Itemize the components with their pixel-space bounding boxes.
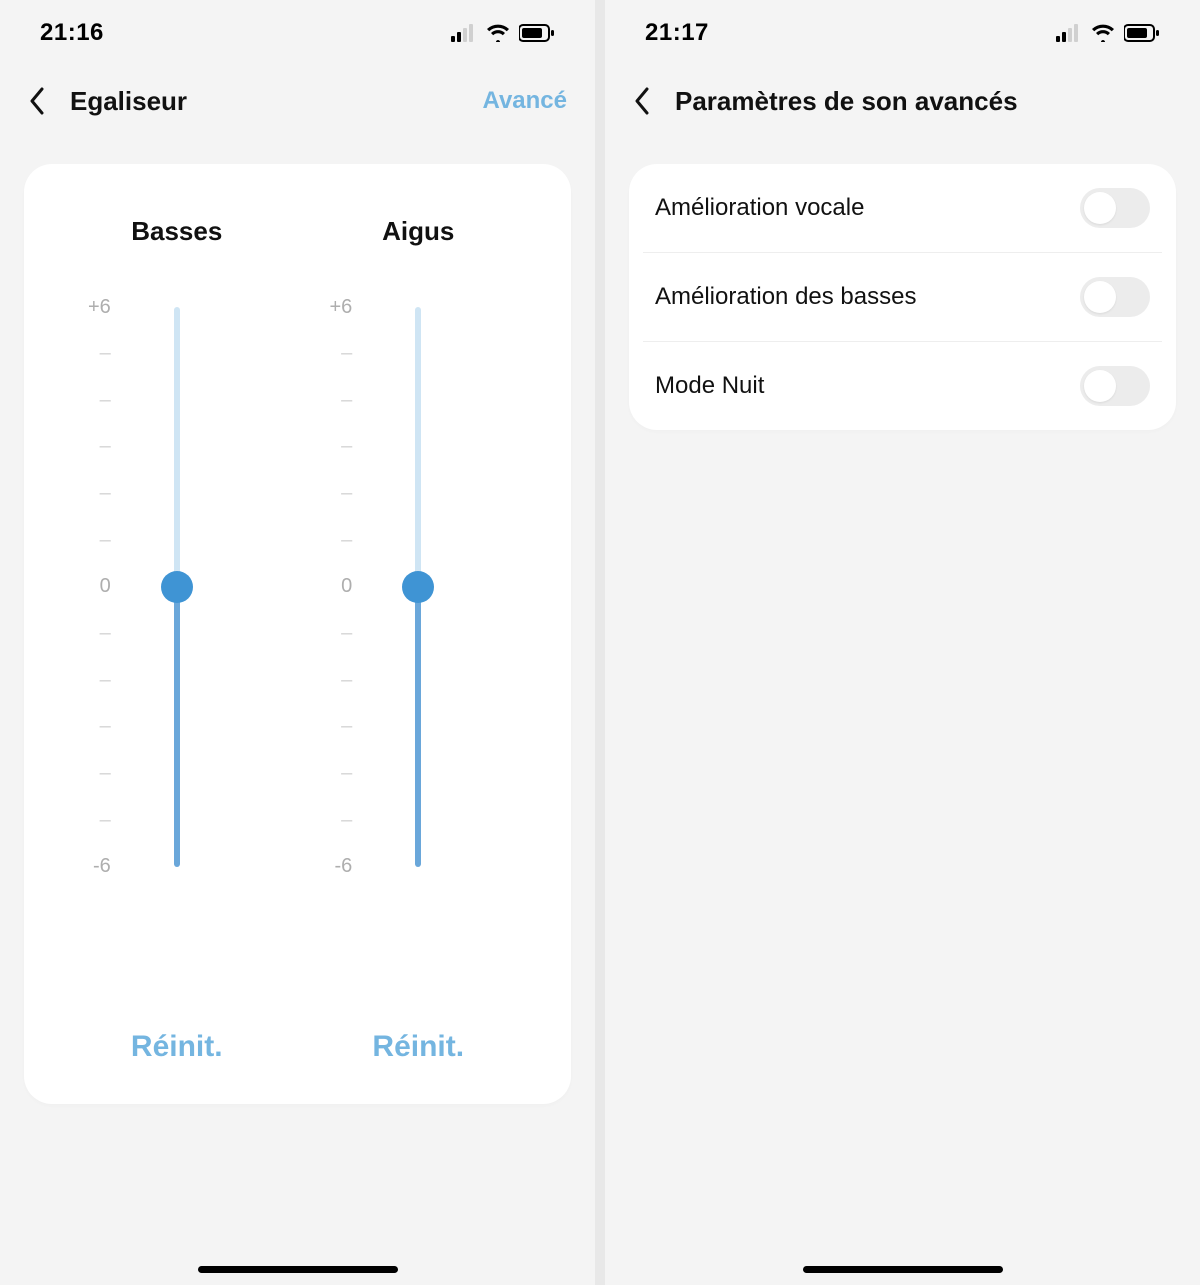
- advanced-button[interactable]: Avancé: [483, 87, 568, 115]
- status-bar: 21:17: [605, 0, 1200, 66]
- row-label: Mode Nuit: [655, 372, 764, 400]
- chevron-left-icon: [633, 87, 651, 115]
- page-title: Egaliseur: [70, 86, 187, 117]
- battery-icon: [519, 24, 555, 42]
- row-bass-enhance[interactable]: Amélioration des basses: [643, 252, 1162, 341]
- chevron-left-icon: [28, 87, 46, 115]
- toggle-knob: [1084, 370, 1116, 402]
- eq-treble-column: Aigus +6 – – – – – 0 – – – – –: [298, 216, 540, 920]
- eq-treble-slider[interactable]: +6 – – – – – 0 – – – – – -6: [358, 307, 478, 867]
- toggle-knob: [1084, 192, 1116, 224]
- slider-thumb[interactable]: [402, 571, 434, 603]
- cellular-icon: [451, 24, 477, 42]
- status-icons: [1056, 24, 1160, 42]
- toggle-voice-enhance[interactable]: [1080, 188, 1150, 228]
- eq-bass-reset-button[interactable]: Réinit.: [56, 1030, 298, 1064]
- battery-icon: [1124, 24, 1160, 42]
- cellular-icon: [1056, 24, 1082, 42]
- eq-bass-column: Basses +6 – – – – – 0 – – – – –: [56, 216, 298, 920]
- status-bar: 21:16: [0, 0, 595, 66]
- toggle-knob: [1084, 281, 1116, 313]
- back-button[interactable]: [633, 87, 651, 115]
- row-night-mode[interactable]: Mode Nuit: [643, 341, 1162, 430]
- screen-advanced-sound: 21:17 Paramètres de son avancés Améliora…: [605, 0, 1200, 1285]
- row-label: Amélioration des basses: [655, 283, 916, 311]
- wifi-icon: [485, 24, 511, 42]
- equalizer-card: Basses +6 – – – – – 0 – – – – –: [24, 164, 571, 1104]
- eq-treble-label: Aigus: [382, 216, 454, 247]
- eq-bass-label: Basses: [131, 216, 222, 247]
- wifi-icon: [1090, 24, 1116, 42]
- home-indicator[interactable]: [803, 1266, 1003, 1273]
- status-time: 21:16: [40, 19, 104, 47]
- nav-bar: Egaliseur Avancé: [0, 66, 595, 136]
- row-label: Amélioration vocale: [655, 194, 864, 222]
- back-button[interactable]: [28, 87, 46, 115]
- status-icons: [451, 24, 555, 42]
- page-title: Paramètres de son avancés: [675, 86, 1018, 117]
- toggle-bass-enhance[interactable]: [1080, 277, 1150, 317]
- eq-treble-ticks: +6 – – – – – 0 – – – – – -6: [312, 307, 352, 867]
- home-indicator[interactable]: [198, 1266, 398, 1273]
- screen-equalizer: 21:16 Egaliseur Avancé Basses +6 – –: [0, 0, 595, 1285]
- settings-card: Amélioration vocale Amélioration des bas…: [629, 164, 1176, 430]
- eq-bass-ticks: +6 – – – – – 0 – – – – – -6: [71, 307, 111, 867]
- slider-thumb[interactable]: [161, 571, 193, 603]
- nav-bar: Paramètres de son avancés: [605, 66, 1200, 136]
- status-time: 21:17: [645, 19, 709, 47]
- eq-bass-slider[interactable]: +6 – – – – – 0 – – – – – -6: [117, 307, 237, 867]
- row-voice-enhance[interactable]: Amélioration vocale: [629, 164, 1176, 252]
- eq-treble-reset-button[interactable]: Réinit.: [298, 1030, 540, 1064]
- toggle-night-mode[interactable]: [1080, 366, 1150, 406]
